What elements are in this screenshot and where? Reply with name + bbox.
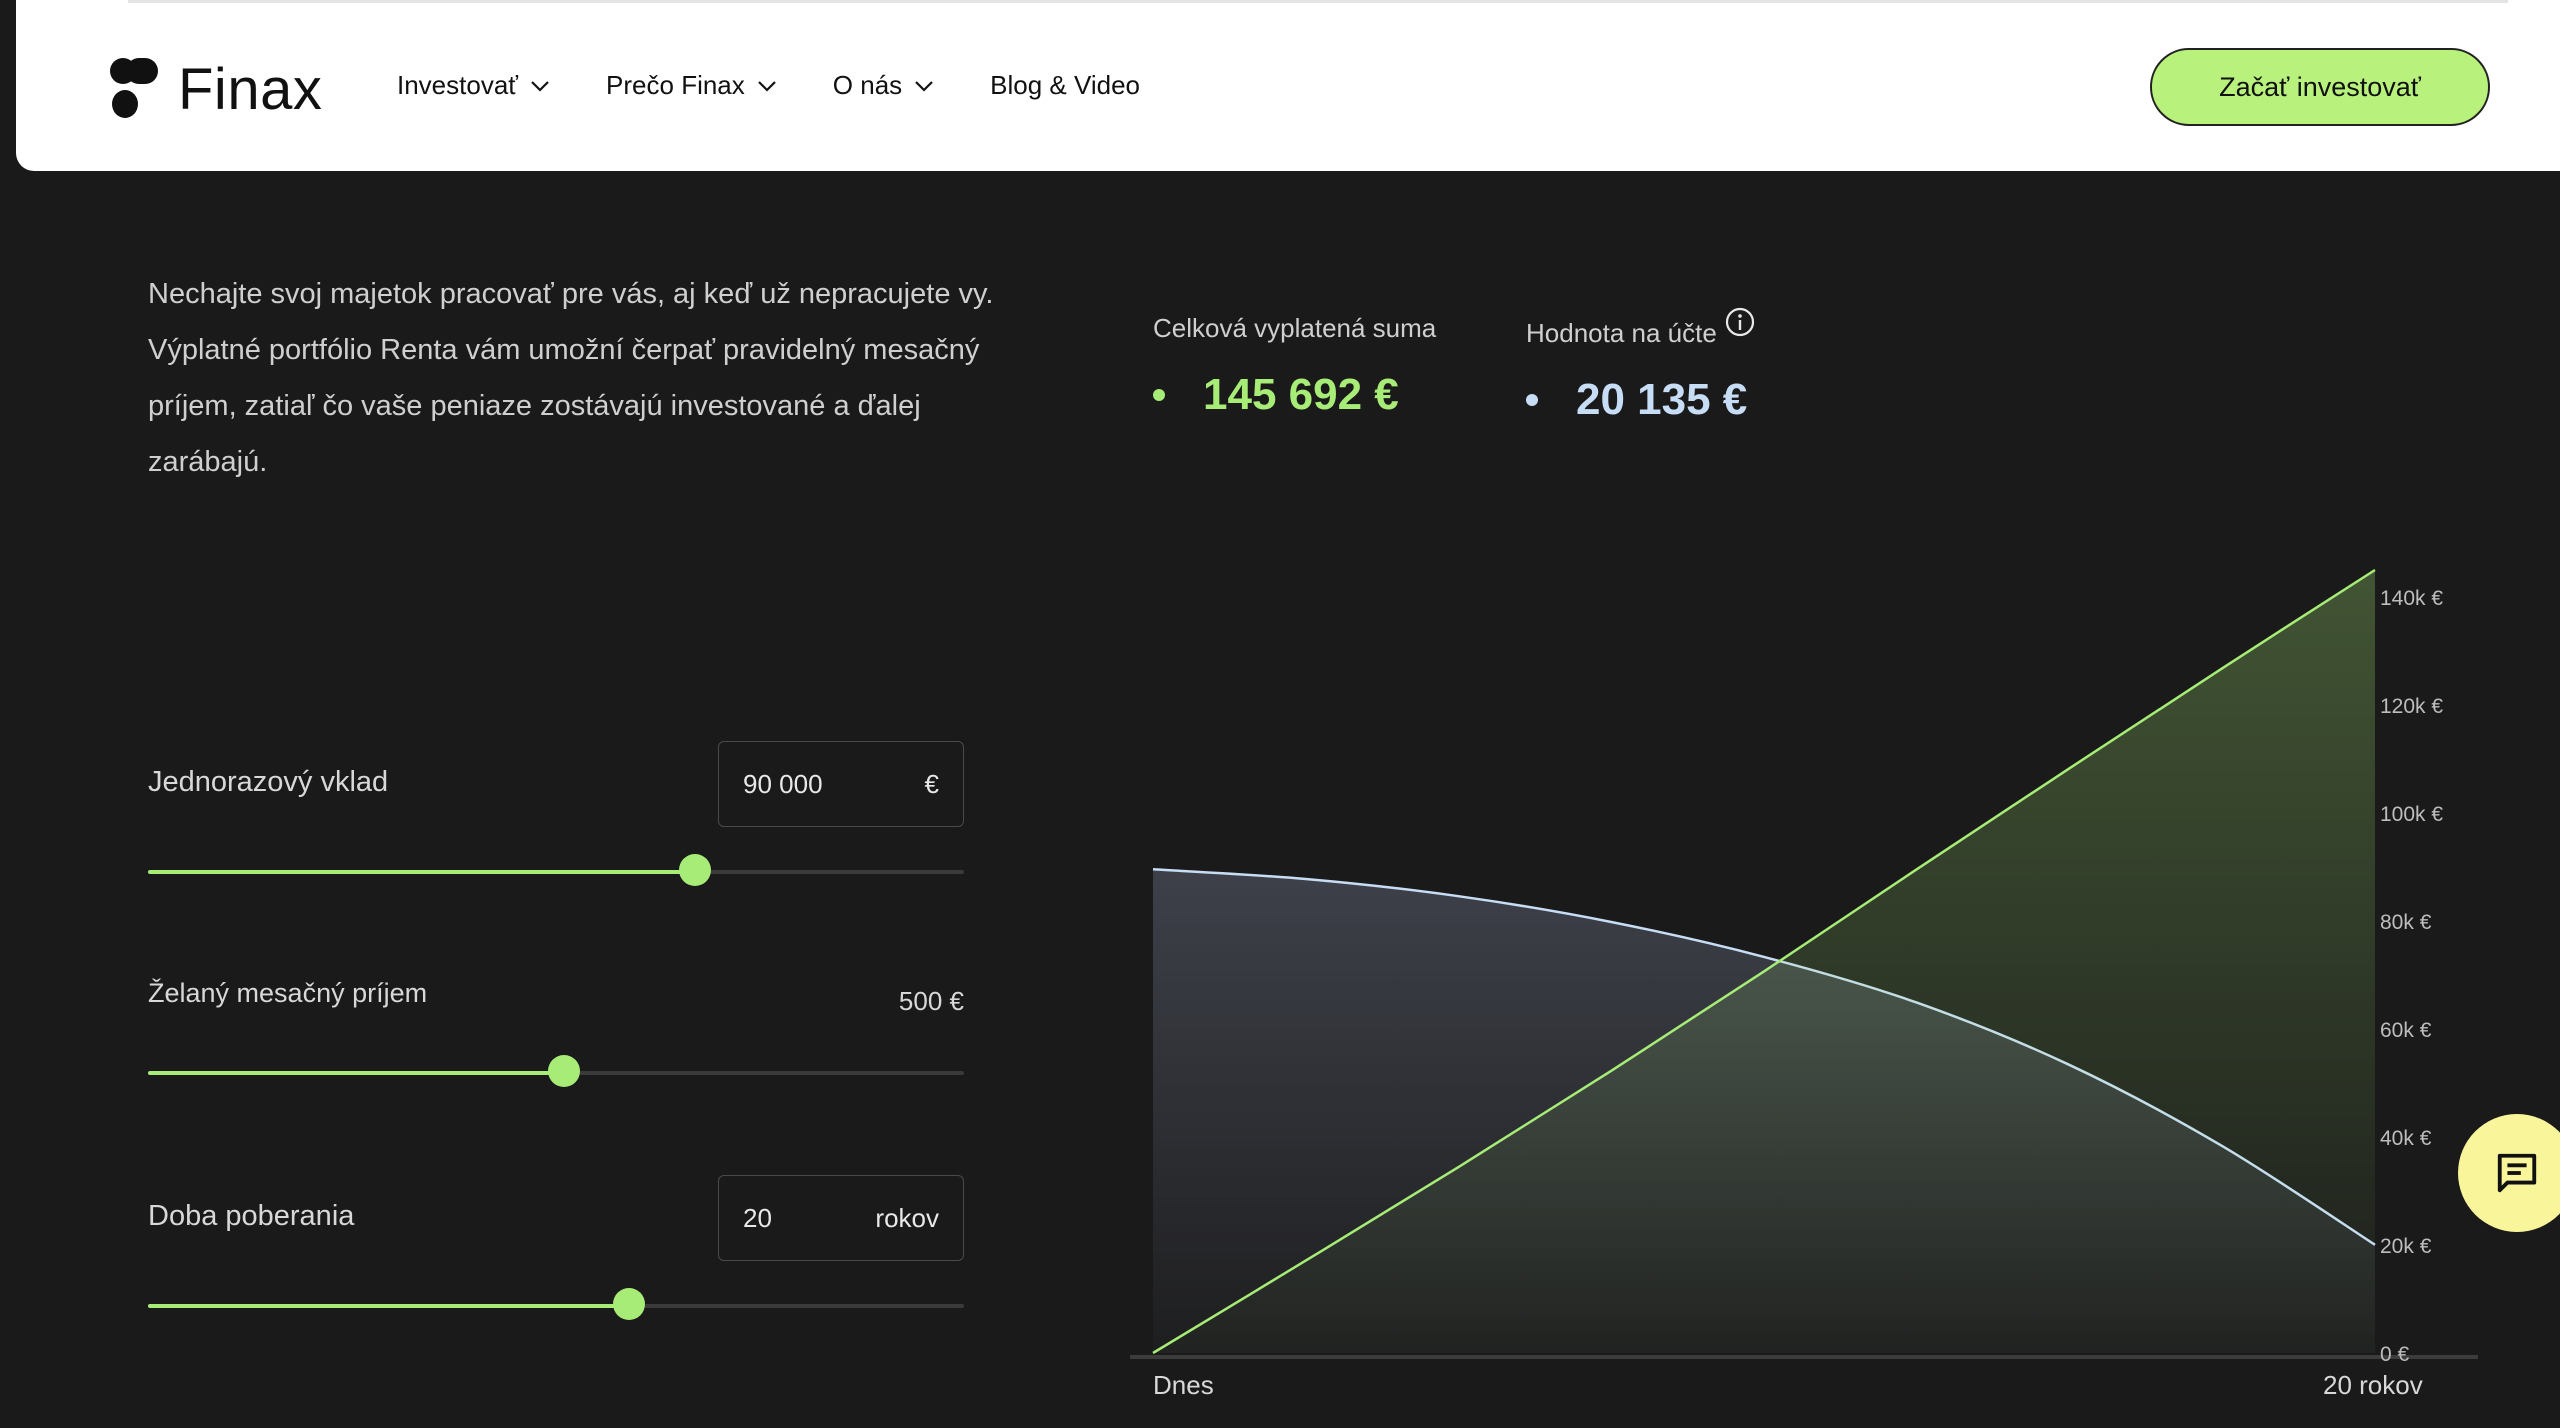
y-tick-label: 40k € bbox=[2380, 1127, 2432, 1150]
y-tick-label: 20k € bbox=[2380, 1235, 2432, 1258]
x-start-label: Dnes bbox=[1153, 1370, 1214, 1400]
x-end-label: 20 rokov bbox=[2323, 1370, 2423, 1400]
y-tick-label: 100k € bbox=[2380, 803, 2443, 826]
y-tick-label: 80k € bbox=[2380, 911, 2432, 934]
y-tick-label: 140k € bbox=[2380, 587, 2443, 610]
chat-icon bbox=[2497, 1153, 2537, 1193]
y-tick-label: 120k € bbox=[2380, 695, 2443, 718]
projection-chart: 0 € 20k € 40k € 60k € 80k € 100k € 120k € 140k … bbox=[1130, 568, 2478, 1366]
y-tick-label: 60k € bbox=[2380, 1019, 2432, 1042]
y-tick-label: 0 € bbox=[2380, 1343, 2410, 1366]
